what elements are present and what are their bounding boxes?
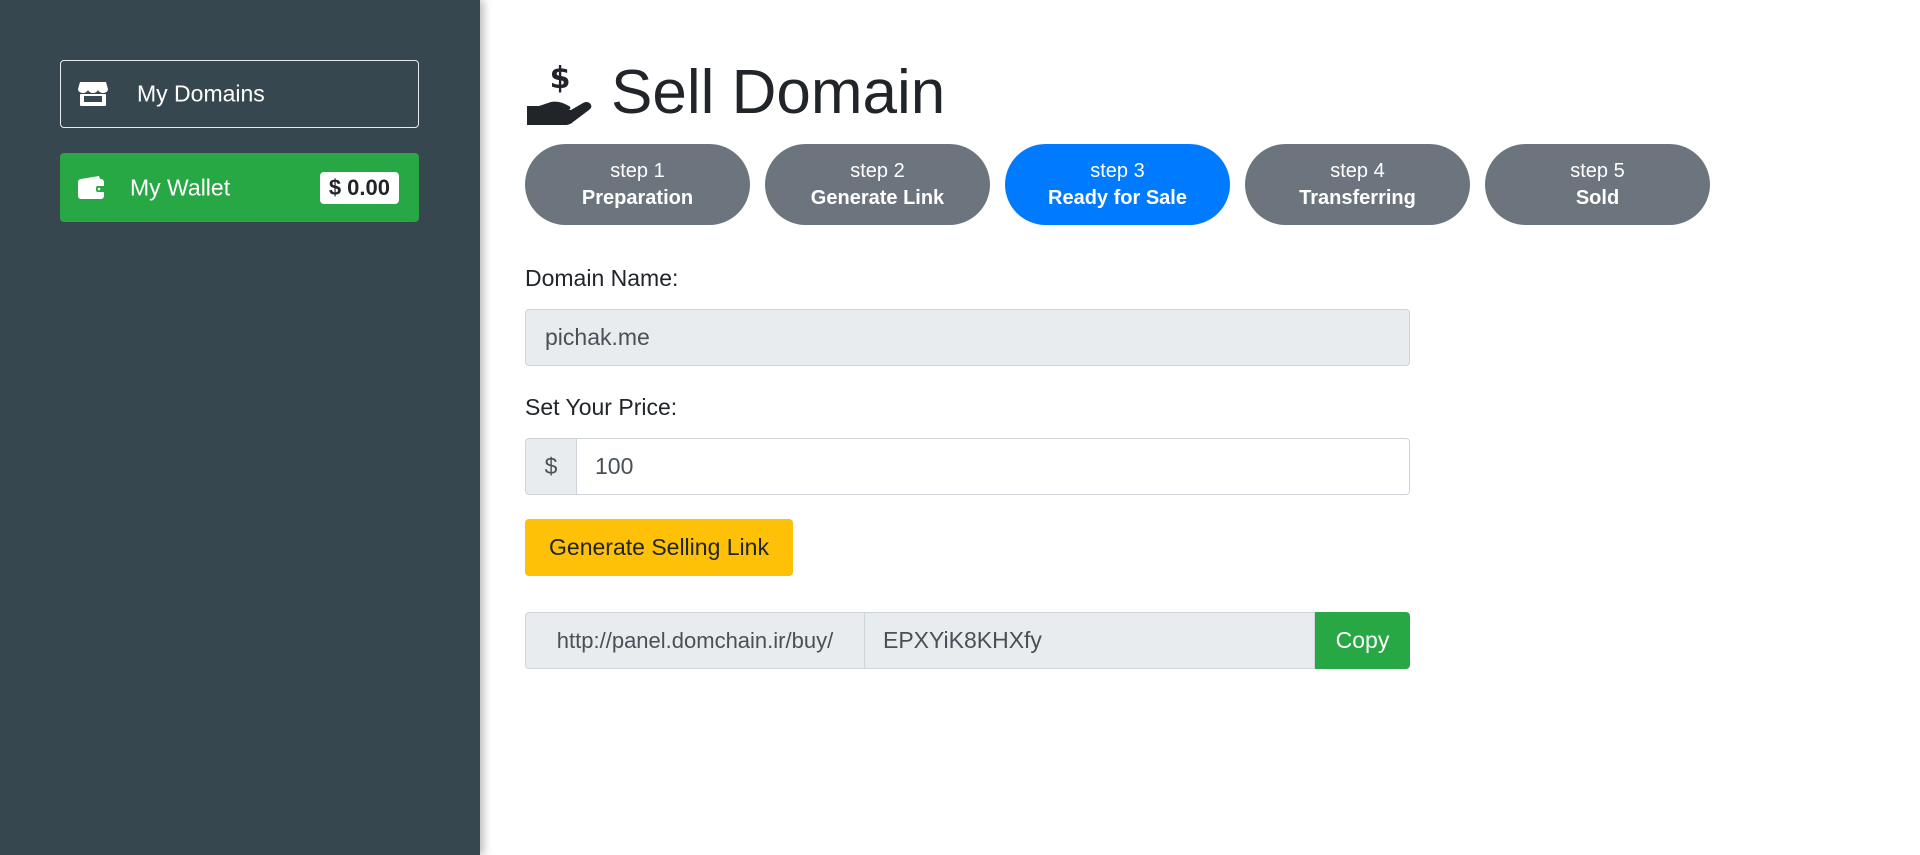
page-header: $ Sell Domain — [525, 58, 945, 128]
price-input-group: $ — [525, 438, 1410, 495]
currency-prefix: $ — [525, 438, 576, 495]
step-2[interactable]: step 2 Generate Link — [765, 144, 990, 225]
step-number: step 1 — [610, 159, 665, 182]
sidebar: My Domains My Wallet $ 0.00 — [0, 0, 480, 855]
step-progress: step 1 Preparation step 2 Generate Link … — [525, 144, 1725, 225]
step-5[interactable]: step 5 Sold — [1485, 144, 1710, 225]
step-number: step 2 — [850, 159, 905, 182]
my-wallet-button[interactable]: My Wallet $ 0.00 — [60, 153, 419, 222]
step-number: step 5 — [1570, 159, 1625, 182]
wallet-balance-badge: $ 0.00 — [319, 171, 399, 204]
store-icon — [78, 82, 108, 106]
step-name: Sold — [1575, 186, 1620, 209]
step-number: step 3 — [1090, 159, 1145, 182]
page-title: Sell Domain — [611, 58, 946, 127]
link-prefix: http://panel.domchain.ir/buy/ — [525, 612, 865, 669]
step-name: Transferring — [1299, 186, 1416, 209]
price-input[interactable] — [576, 438, 1410, 495]
wallet-icon — [78, 175, 106, 199]
step-name: Ready for Sale — [1048, 186, 1187, 209]
my-domains-label: My Domains — [137, 80, 265, 107]
step-name: Preparation — [581, 186, 694, 209]
step-4[interactable]: step 4 Transferring — [1245, 144, 1470, 225]
price-label: Set Your Price: — [525, 394, 678, 420]
svg-text:$: $ — [550, 61, 571, 96]
domain-name-field[interactable] — [525, 309, 1410, 366]
copy-button[interactable]: Copy — [1315, 612, 1410, 669]
my-wallet-label: My Wallet — [130, 174, 231, 200]
selling-link-field[interactable] — [865, 612, 1315, 669]
domain-name-label: Domain Name: — [525, 265, 679, 291]
step-number: step 4 — [1330, 159, 1385, 182]
step-3[interactable]: step 3 Ready for Sale — [1005, 144, 1230, 225]
hand-holding-dollar-icon: $ — [527, 61, 592, 125]
generate-selling-link-button[interactable]: Generate Selling Link — [525, 519, 793, 576]
selling-link-group: http://panel.domchain.ir/buy/ Copy — [525, 612, 1410, 669]
step-name: Generate Link — [810, 186, 945, 209]
my-domains-button[interactable]: My Domains — [60, 60, 419, 128]
step-1[interactable]: step 1 Preparation — [525, 144, 750, 225]
